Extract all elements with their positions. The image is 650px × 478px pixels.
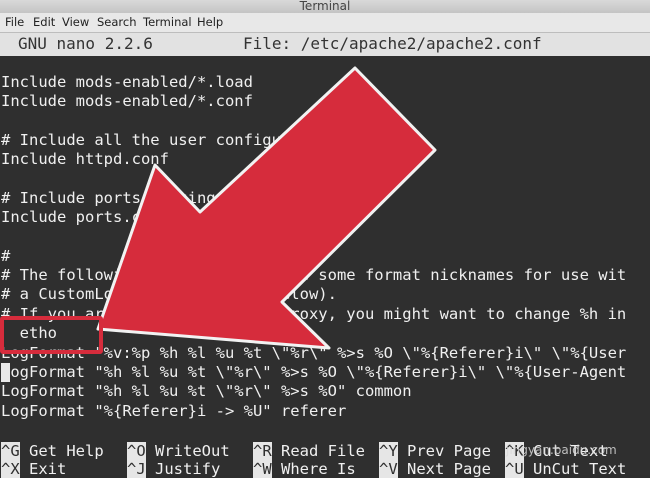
shortcut-label: Read File — [271, 442, 365, 460]
shortcut-key: ^V — [379, 460, 398, 478]
shortcut-label: Prev Page — [397, 442, 491, 460]
highlight-box — [0, 316, 103, 354]
shortcut-label: UnCut Text — [523, 460, 627, 478]
shortcut-key: ^U — [505, 460, 524, 478]
shortcut-get-help[interactable]: ^G Get Help — [1, 442, 104, 460]
shortcut-key: ^J — [127, 460, 146, 478]
shortcut-writeout[interactable]: ^O WriteOut — [127, 442, 230, 460]
shortcut-key: ^X — [1, 460, 20, 478]
shortcut-justify[interactable]: ^J Justify — [127, 460, 220, 478]
shortcut-uncut-text[interactable]: ^U UnCut Text — [505, 460, 626, 478]
shortcut-key: ^G — [1, 442, 20, 460]
watermark: jingyan.baidu.com — [506, 443, 617, 457]
shortcut-key: ^Y — [379, 442, 398, 460]
shortcut-exit[interactable]: ^X Exit — [1, 460, 66, 478]
shortcut-label: Where Is — [271, 460, 356, 478]
shortcut-label: Next Page — [397, 460, 491, 478]
shortcut-key: ^O — [127, 442, 146, 460]
shortcut-key: ^W — [253, 460, 272, 478]
shortcut-prev-page[interactable]: ^Y Prev Page — [379, 442, 491, 460]
shortcut-label: Get Help — [19, 442, 104, 460]
shortcut-where-is[interactable]: ^W Where Is — [253, 460, 356, 478]
shortcut-read-file[interactable]: ^R Read File — [253, 442, 365, 460]
shortcut-label: WriteOut — [145, 442, 230, 460]
shortcut-label: Justify — [145, 460, 221, 478]
shortcut-key: ^R — [253, 442, 272, 460]
shortcut-next-page[interactable]: ^V Next Page — [379, 460, 491, 478]
annotation-arrow-icon — [96, 66, 437, 350]
shortcut-label: Exit — [19, 460, 67, 478]
